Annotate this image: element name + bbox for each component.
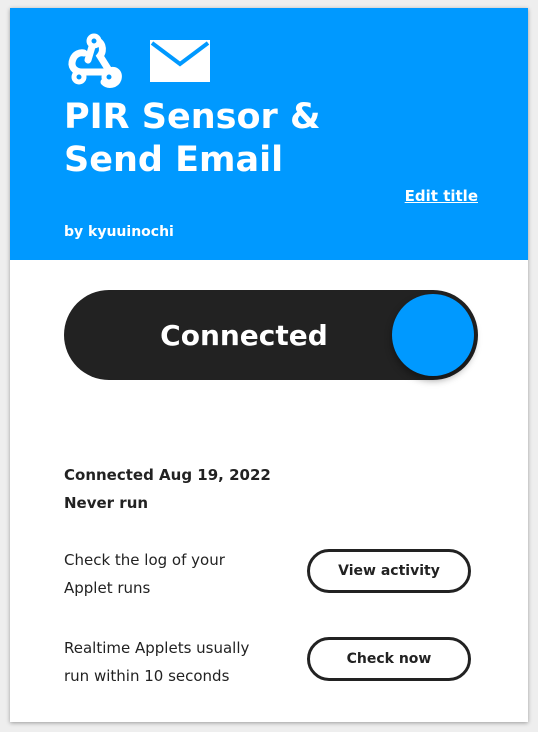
status-block: Connected Aug 19, 2022 Never run xyxy=(64,461,271,517)
activity-description-line1: Check the log of your xyxy=(64,551,225,569)
edit-title-link[interactable]: Edit title xyxy=(405,187,478,205)
applet-header: PIR Sensor & Send Email Edit title by ky… xyxy=(10,8,528,260)
toggle-label: Connected xyxy=(160,318,328,352)
realtime-description: Realtime Applets usually run within 10 s… xyxy=(64,634,284,690)
toggle-knob[interactable] xyxy=(392,294,474,376)
connection-toggle[interactable]: Connected xyxy=(64,290,478,380)
realtime-description-line2: run within 10 seconds xyxy=(64,667,230,685)
applet-author: by kyuuinochi xyxy=(64,224,174,240)
activity-description: Check the log of your Applet runs xyxy=(64,546,284,602)
realtime-description-line1: Realtime Applets usually xyxy=(64,639,250,657)
view-activity-button[interactable]: View activity xyxy=(307,549,471,593)
applet-card: PIR Sensor & Send Email Edit title by ky… xyxy=(10,8,528,722)
email-icon xyxy=(150,40,210,82)
webhook-icon xyxy=(68,33,122,88)
applet-title: PIR Sensor & Send Email xyxy=(64,97,321,180)
activity-description-line2: Applet runs xyxy=(64,579,151,597)
check-now-button[interactable]: Check now xyxy=(307,637,471,681)
connected-date: Connected Aug 19, 2022 xyxy=(64,466,271,484)
last-run-status: Never run xyxy=(64,494,149,512)
